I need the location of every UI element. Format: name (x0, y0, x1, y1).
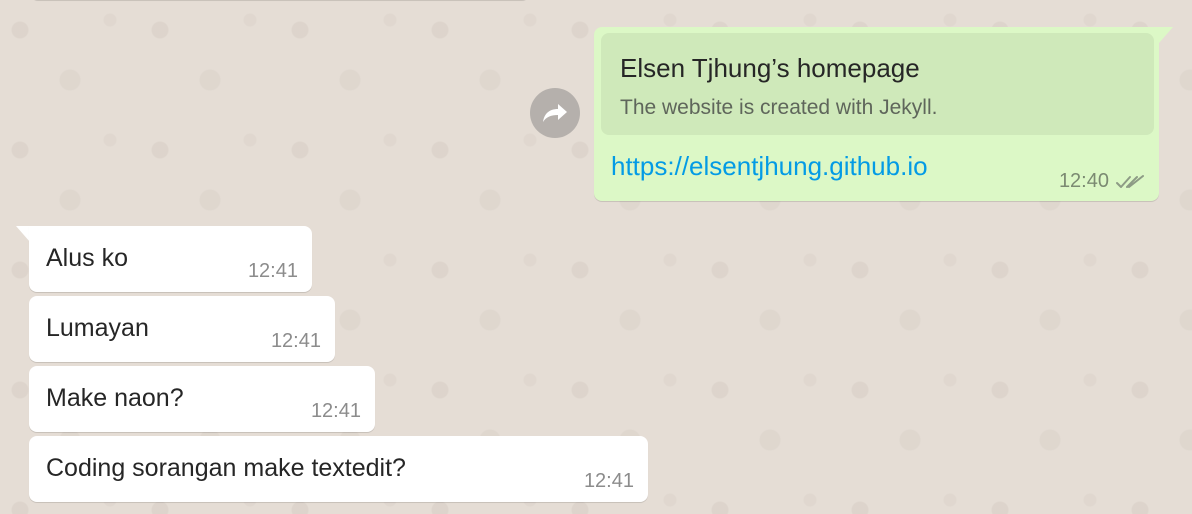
message-text: Lumayan (46, 314, 149, 342)
message-link[interactable]: https://elsentjhung.github.io (611, 151, 928, 182)
double-check-icon (1116, 175, 1144, 188)
outgoing-bubble-tail (1159, 27, 1173, 43)
message-text: Alus ko (46, 244, 128, 272)
forward-button[interactable] (530, 88, 580, 138)
message-time: 12:41 (270, 330, 321, 352)
message-time: 12:41 (247, 260, 298, 282)
chat-conversation: Elsen Tjhung’s homepage The website is c… (0, 0, 1192, 514)
link-preview-description: The website is created with Jekyll. (620, 96, 938, 119)
incoming-message-bubble[interactable]: Coding sorangan make textedit? 12:41 (29, 436, 648, 502)
message-text: Coding sorangan make textedit? (46, 454, 406, 482)
link-preview-card[interactable]: Elsen Tjhung’s homepage The website is c… (601, 33, 1154, 135)
message-time: 12:40 (1058, 170, 1109, 192)
message-time: 12:41 (583, 470, 634, 492)
message-text: Make naon? (46, 384, 184, 412)
forward-icon (543, 104, 567, 122)
incoming-message-bubble[interactable]: Alus ko 12:41 (29, 226, 312, 292)
message-time: 12:41 (310, 400, 361, 422)
incoming-bubble-tail (16, 226, 30, 242)
incoming-message-bubble[interactable]: Lumayan 12:41 (29, 296, 335, 362)
incoming-message-bubble[interactable]: Make naon? 12:41 (29, 366, 375, 432)
link-preview-title: Elsen Tjhung’s homepage (620, 53, 920, 83)
outgoing-message-bubble[interactable]: Elsen Tjhung’s homepage The website is c… (594, 27, 1159, 201)
